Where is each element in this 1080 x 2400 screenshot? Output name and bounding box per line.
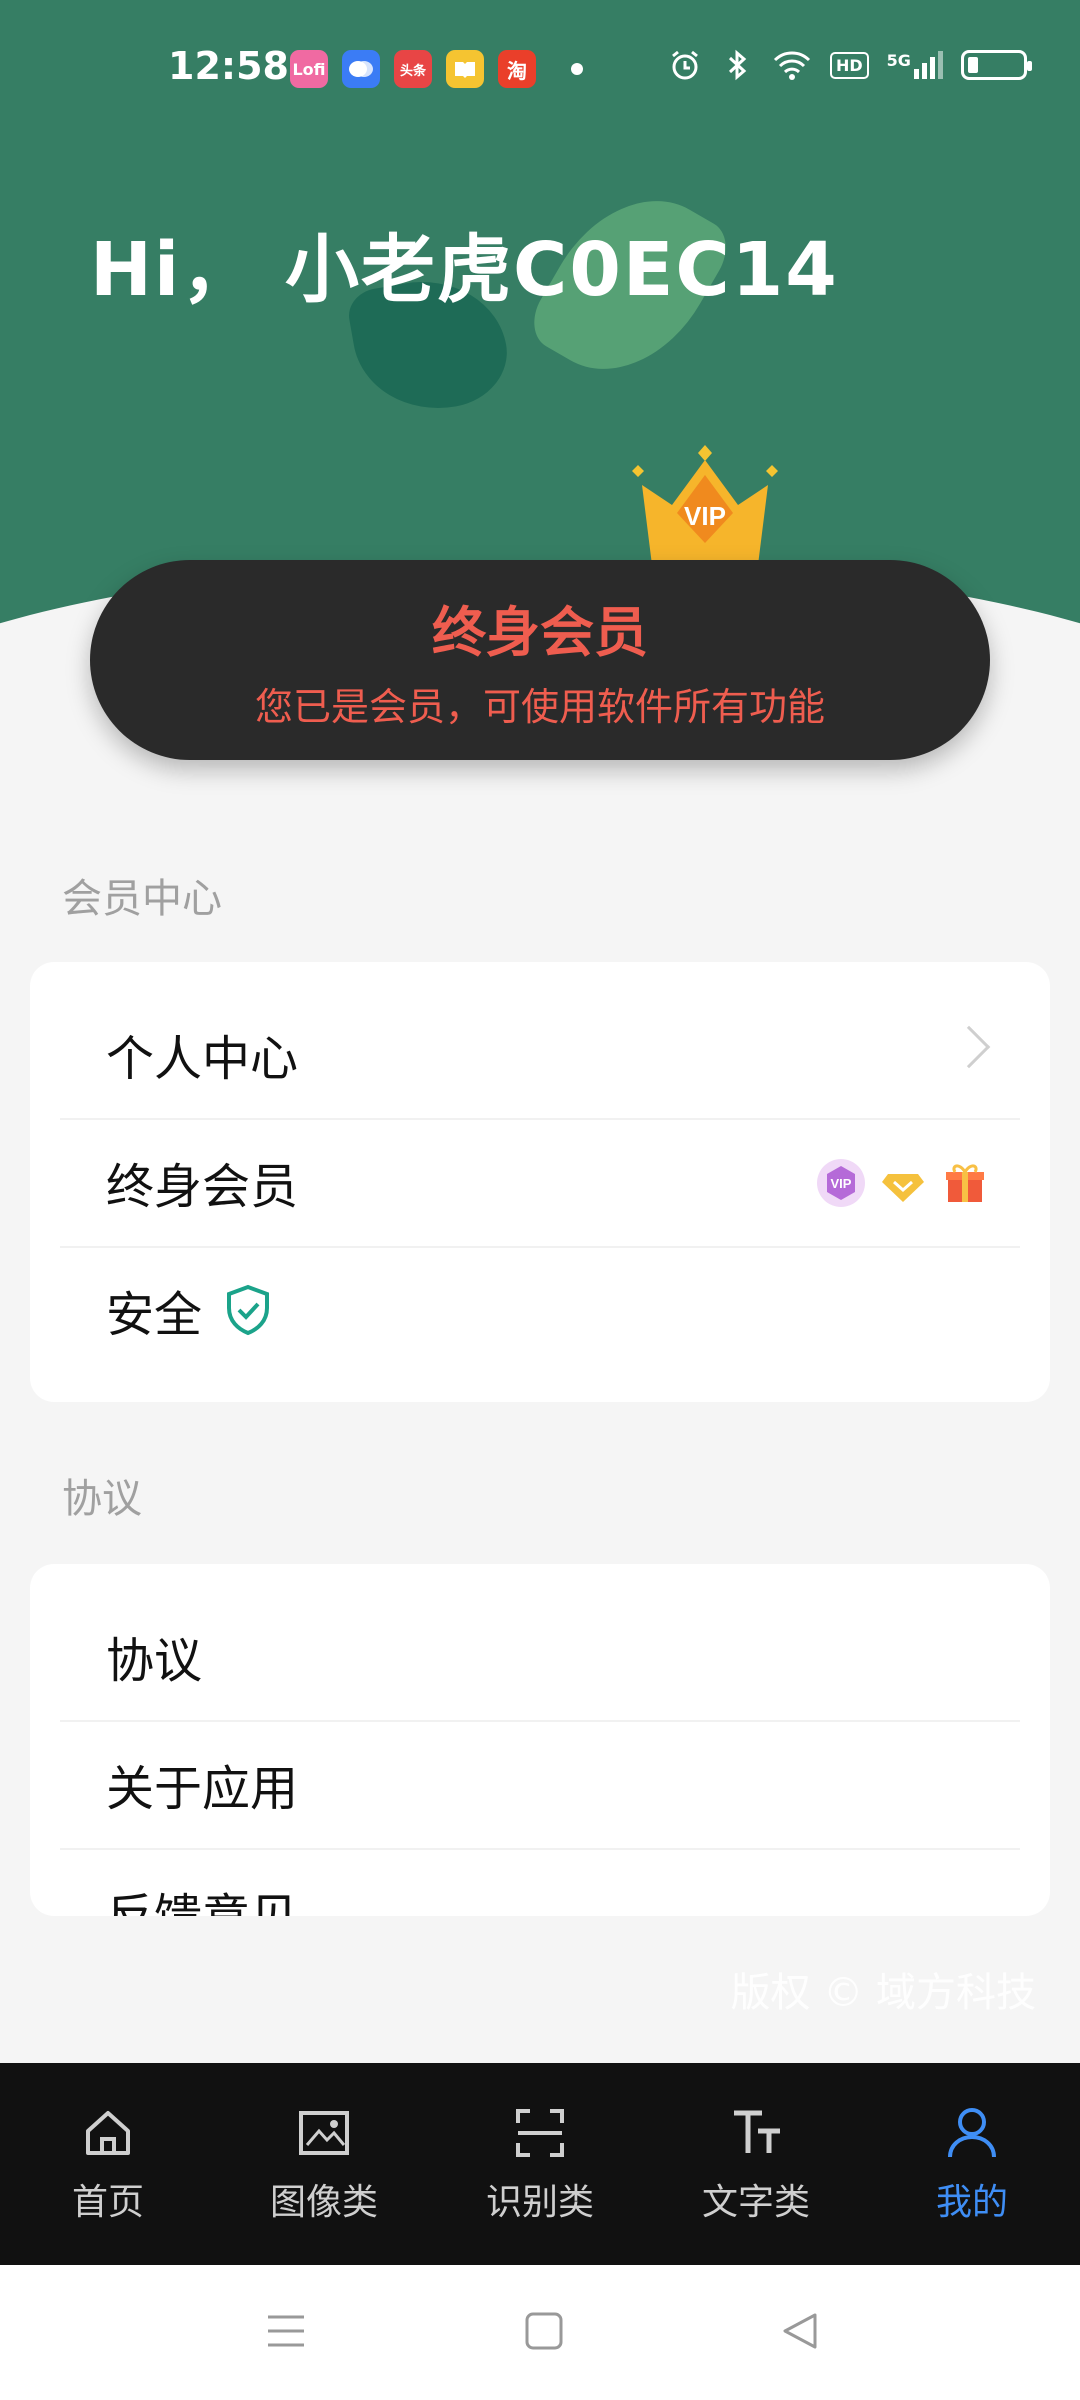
tab-home[interactable]: 首页 (0, 2063, 216, 2265)
chat-app-icon (342, 50, 380, 88)
list-item-label: 关于应用 (106, 1761, 299, 1817)
vip-badge-icon: VIP (817, 1159, 865, 1207)
agreement-card: 协议 关于应用 反馈意见 (30, 1564, 1050, 1916)
profile-icon (948, 2108, 996, 2158)
list-item-personal-center[interactable]: 个人中心 (30, 990, 1050, 1118)
greeting-text: Hi， 小老虎C0EC14 (90, 227, 839, 313)
reader-app-icon (446, 50, 484, 88)
list-item-feedback[interactable]: 反馈意见 (30, 1848, 1050, 1916)
list-item-label: 协议 (106, 1633, 203, 1689)
tab-mine[interactable]: 我的 (864, 2063, 1080, 2265)
tab-label: 识别类 (485, 2182, 594, 2223)
tab-label: 首页 (71, 2182, 144, 2223)
shield-check-icon (227, 1284, 270, 1336)
menu-icon[interactable] (266, 2311, 306, 2351)
vip-crown-icon: VIP (632, 445, 778, 565)
hd-icon: HD (830, 51, 869, 79)
member-badges: VIP (816, 1158, 990, 1208)
home-icon (86, 2111, 130, 2155)
more-notifications-dot (571, 63, 583, 75)
battery-icon (960, 50, 1032, 80)
crown-vip-label: VIP (684, 501, 726, 531)
tab-label: 我的 (935, 2182, 1008, 2223)
home-button-icon[interactable] (524, 2311, 564, 2351)
tab-text[interactable]: 文字类 (648, 2063, 864, 2265)
member-center-card: 个人中心 终身会员 VIP 安全 (30, 962, 1050, 1402)
list-item-label: 安全 (106, 1287, 203, 1343)
toutiao-app-icon: 头条 (394, 50, 432, 88)
list-item-agreement[interactable]: 协议 (30, 1592, 1050, 1720)
wifi-icon (773, 51, 811, 80)
tab-label: 图像类 (269, 2182, 378, 2223)
list-item-about-app[interactable]: 关于应用 (30, 1720, 1050, 1848)
image-icon (299, 2111, 349, 2155)
gift-badge-icon (946, 1164, 984, 1202)
net-type-label: 5G (886, 51, 911, 70)
vip-card-title: 终身会员 (432, 601, 648, 664)
scan-icon (516, 2109, 564, 2157)
back-icon[interactable] (780, 2311, 820, 2351)
status-time: 12:58 (168, 44, 289, 88)
taobao-app-icon: 淘 (498, 50, 536, 88)
text-icon (734, 2110, 780, 2153)
signal-5g-icon: 5G (887, 51, 943, 79)
notification-icons: Lofi 头条 淘 (290, 50, 536, 88)
list-item-label: 个人中心 (106, 1031, 299, 1087)
vip-status-card[interactable]: 终身会员 您已是会员，可使用软件所有功能 (90, 560, 990, 760)
chevron-right-icon (947, 1025, 991, 1069)
tab-image[interactable]: 图像类 (216, 2063, 432, 2265)
tab-recognize[interactable]: 识别类 (432, 2063, 648, 2265)
section-agreement-label: 协议 (62, 1476, 142, 1522)
bluetooth-icon (728, 49, 747, 81)
system-status-icons: HD 5G (668, 48, 1032, 82)
list-item-security[interactable]: 安全 (30, 1246, 1050, 1374)
tab-label: 文字类 (701, 2182, 810, 2223)
diamond-badge-icon (882, 1174, 924, 1202)
lofter-app-icon: Lofi (290, 50, 328, 88)
status-bar: 12:58 Lofi 头条 淘 HD 5G (0, 0, 1080, 140)
copyright-text: 版权 © 域方科技 (730, 1970, 1036, 2016)
alarm-icon (672, 50, 698, 80)
vip-card-subtitle: 您已是会员，可使用软件所有功能 (254, 685, 825, 729)
system-navigation-bar (0, 2265, 1080, 2400)
list-item-label: 终身会员 (106, 1159, 299, 1215)
list-item-lifetime-member[interactable]: 终身会员 VIP (30, 1118, 1050, 1246)
list-item-label: 反馈意见 (106, 1877, 298, 1916)
bottom-navigation: 首页 图像类 识别类 文字类 我的 (0, 2063, 1080, 2265)
section-member-center-label: 会员中心 (62, 876, 222, 922)
svg-text:VIP: VIP (831, 1176, 852, 1191)
